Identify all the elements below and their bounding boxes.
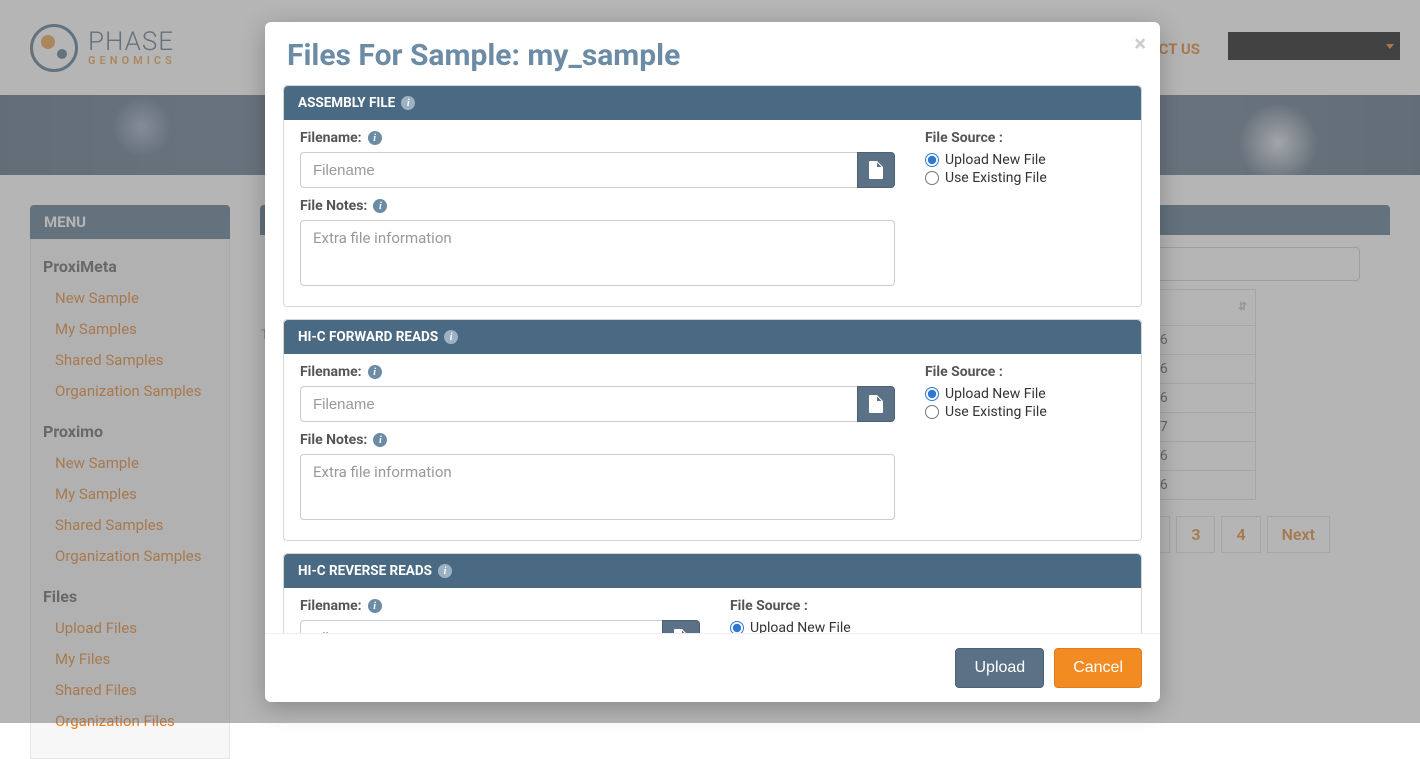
radio-use-existing-file-input[interactable] <box>925 405 939 419</box>
radio-upload-new-file-input[interactable] <box>925 387 939 401</box>
panel-assembly-file: ASSEMBLY FILE i Filename: i <box>283 85 1142 307</box>
radio-use-existing-file[interactable]: Use Existing File <box>925 404 1125 420</box>
browse-file-button[interactable] <box>857 152 895 188</box>
filename-label: Filename: i <box>300 130 895 146</box>
browse-file-button[interactable] <box>857 386 895 422</box>
radio-upload-new-file-label: Upload New File <box>945 152 1046 168</box>
info-icon[interactable]: i <box>368 365 382 379</box>
close-icon[interactable]: × <box>1134 32 1146 57</box>
panel-hic-forward: HI-C FORWARD READS i Filename: i <box>283 319 1142 541</box>
cancel-button[interactable]: Cancel <box>1054 648 1142 688</box>
panel-heading-hic-forward: HI-C FORWARD READS i <box>284 320 1141 354</box>
panel-heading-hic-forward-label: HI-C FORWARD READS <box>298 329 438 345</box>
file-icon <box>869 161 883 179</box>
radio-use-existing-file-input[interactable] <box>925 171 939 185</box>
radio-use-existing-file[interactable]: Use Existing File <box>925 170 1125 186</box>
info-icon[interactable]: i <box>401 96 415 110</box>
upload-button[interactable]: Upload <box>955 648 1044 688</box>
panel-heading-hic-reverse-label: HI-C REVERSE READS <box>298 563 432 579</box>
info-icon[interactable]: i <box>373 433 387 447</box>
radio-upload-new-file[interactable]: Upload New File <box>925 152 1125 168</box>
modal-footer: Upload Cancel <box>265 633 1160 702</box>
filename-label: Filename: i <box>300 364 895 380</box>
notes-label: File Notes: i <box>300 432 895 448</box>
notes-label: File Notes: i <box>300 198 895 214</box>
panel-heading-hic-reverse: HI-C REVERSE READS i <box>284 554 1141 588</box>
radio-upload-new-file-label: Upload New File <box>750 620 851 633</box>
panel-hic-reverse: HI-C REVERSE READS i Filename: i <box>283 553 1142 633</box>
panel-heading-assembly-label: ASSEMBLY FILE <box>298 95 395 111</box>
file-source-label: File Source : <box>925 364 1125 380</box>
hic-forward-notes-input[interactable] <box>300 454 895 520</box>
hic-forward-filename-input[interactable] <box>300 386 857 422</box>
filename-label: Filename: i <box>300 598 700 614</box>
radio-upload-new-file[interactable]: Upload New File <box>730 620 1125 633</box>
radio-upload-new-file-label: Upload New File <box>945 386 1046 402</box>
radio-upload-new-file-input[interactable] <box>730 621 744 633</box>
assembly-notes-input[interactable] <box>300 220 895 286</box>
modal-body: ASSEMBLY FILE i Filename: i <box>265 85 1160 633</box>
assembly-filename-input[interactable] <box>300 152 857 188</box>
radio-use-existing-file-label: Use Existing File <box>945 404 1047 420</box>
info-icon[interactable]: i <box>438 564 452 578</box>
file-source-label: File Source : <box>730 598 1125 614</box>
panel-heading-assembly: ASSEMBLY FILE i <box>284 86 1141 120</box>
info-icon[interactable]: i <box>368 599 382 613</box>
file-source-label: File Source : <box>925 130 1125 146</box>
files-for-sample-modal: Files For Sample: my_sample × ASSEMBLY F… <box>265 22 1160 702</box>
info-icon[interactable]: i <box>368 131 382 145</box>
info-icon[interactable]: i <box>444 330 458 344</box>
file-icon <box>869 395 883 413</box>
radio-upload-new-file-input[interactable] <box>925 153 939 167</box>
radio-upload-new-file[interactable]: Upload New File <box>925 386 1125 402</box>
browse-file-button[interactable] <box>662 620 700 633</box>
info-icon[interactable]: i <box>373 199 387 213</box>
modal-title: Files For Sample: my_sample <box>287 38 1138 73</box>
radio-use-existing-file-label: Use Existing File <box>945 170 1047 186</box>
hic-reverse-filename-input[interactable] <box>300 620 662 633</box>
